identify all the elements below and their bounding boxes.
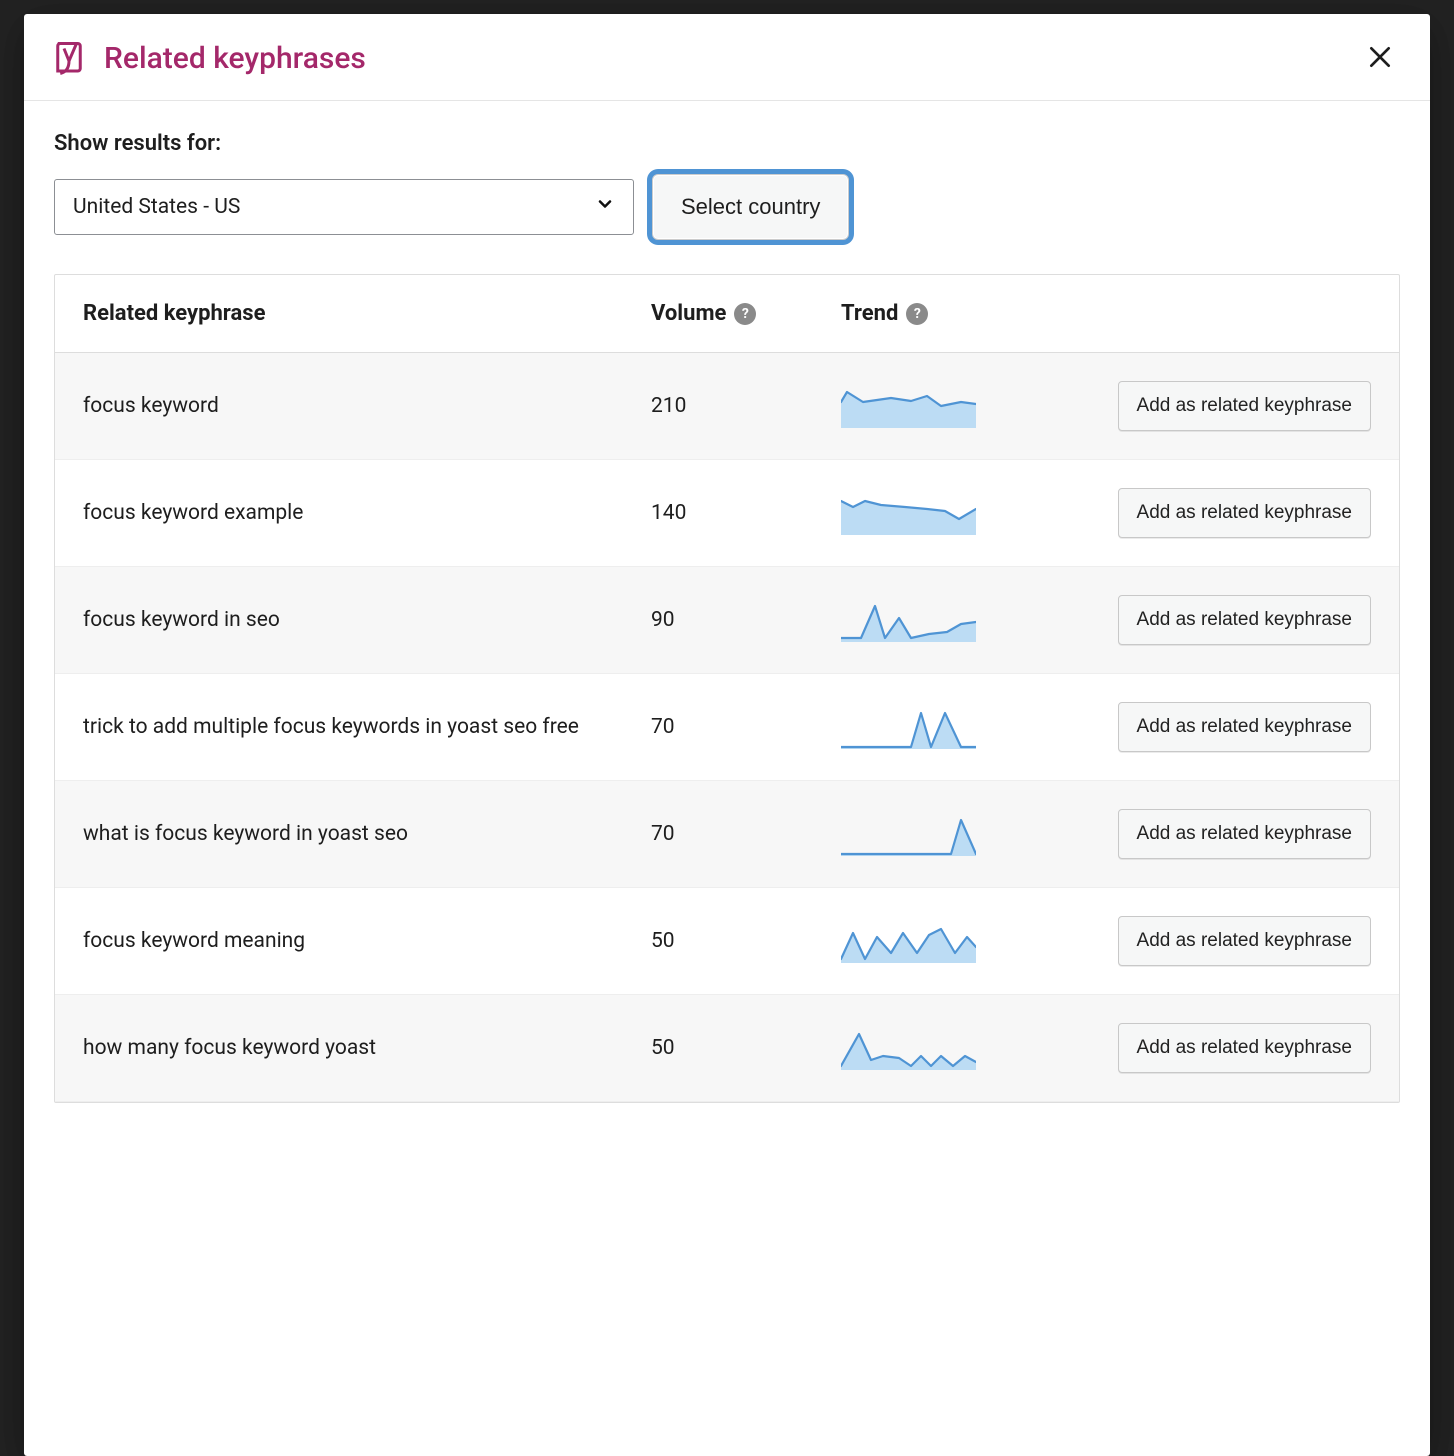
volume-cell: 70 [651,715,841,739]
table-header-row: Related keyphrase Volume ? Trend ? [55,275,1399,353]
modal-title-wrap: Related keyphrases [54,41,366,76]
filter-label: Show results for: [54,131,1400,156]
volume-cell: 90 [651,608,841,632]
help-icon[interactable]: ? [734,303,756,325]
volume-cell: 140 [651,501,841,525]
table-body: focus keyword210 Add as related keyphrase… [55,353,1399,1102]
table-row: focus keyword meaning50 Add as related ke… [55,888,1399,995]
chevron-down-icon [595,194,615,220]
modal-title: Related keyphrases [104,41,366,76]
keyphrase-table: Related keyphrase Volume ? Trend ? focus… [54,274,1400,1103]
trend-sparkline [841,491,1031,535]
keyphrase-cell: trick to add multiple focus keywords in … [83,713,651,741]
add-related-keyphrase-button[interactable]: Add as related keyphrase [1118,381,1371,431]
table-row: focus keyword in seo90 Add as related key… [55,567,1399,674]
country-select[interactable]: United States - US [54,179,634,235]
volume-cell: 210 [651,394,841,418]
keyphrase-cell: focus keyword in seo [83,606,651,634]
keyphrase-cell: focus keyword example [83,499,651,527]
add-related-keyphrase-button[interactable]: Add as related keyphrase [1118,595,1371,645]
related-keyphrases-modal: Related keyphrases Show results for: Uni… [24,14,1430,1456]
add-related-keyphrase-button[interactable]: Add as related keyphrase [1118,1023,1371,1073]
keyphrase-cell: how many focus keyword yoast [83,1034,651,1062]
add-related-keyphrase-button[interactable]: Add as related keyphrase [1118,809,1371,859]
filter-row: United States - US Select country [54,174,1400,240]
table-row: what is focus keyword in yoast seo70 Add … [55,781,1399,888]
help-icon[interactable]: ? [906,303,928,325]
keyphrase-cell: focus keyword [83,392,651,420]
modal-body: Show results for: United States - US Sel… [24,101,1430,1456]
col-trend: Trend ? [841,301,1031,326]
table-row: focus keyword210 Add as related keyphrase [55,353,1399,460]
table-row: focus keyword example140 Add as related k… [55,460,1399,567]
col-trend-label: Trend [841,301,898,326]
country-select-value: United States - US [73,195,240,219]
keyphrase-cell: focus keyword meaning [83,927,651,955]
keyphrase-cell: what is focus keyword in yoast seo [83,820,651,848]
table-row: how many focus keyword yoast50 Add as rel… [55,995,1399,1102]
modal-backdrop: Related keyphrases Show results for: Uni… [0,0,1454,1456]
yoast-logo-icon [54,41,84,75]
col-volume: Volume ? [651,301,841,326]
trend-sparkline [841,919,1031,963]
volume-cell: 70 [651,822,841,846]
trend-sparkline [841,598,1031,642]
add-related-keyphrase-button[interactable]: Add as related keyphrase [1118,702,1371,752]
col-keyphrase: Related keyphrase [83,301,651,326]
trend-sparkline [841,1026,1031,1070]
close-icon [1367,44,1393,73]
add-related-keyphrase-button[interactable]: Add as related keyphrase [1118,488,1371,538]
col-volume-label: Volume [651,301,726,326]
modal-header: Related keyphrases [24,14,1430,101]
volume-cell: 50 [651,929,841,953]
trend-sparkline [841,812,1031,856]
add-related-keyphrase-button[interactable]: Add as related keyphrase [1118,916,1371,966]
table-row: trick to add multiple focus keywords in … [55,674,1399,781]
select-country-button[interactable]: Select country [652,174,849,240]
volume-cell: 50 [651,1036,841,1060]
trend-sparkline [841,384,1031,428]
close-button[interactable] [1360,38,1400,78]
trend-sparkline [841,705,1031,749]
